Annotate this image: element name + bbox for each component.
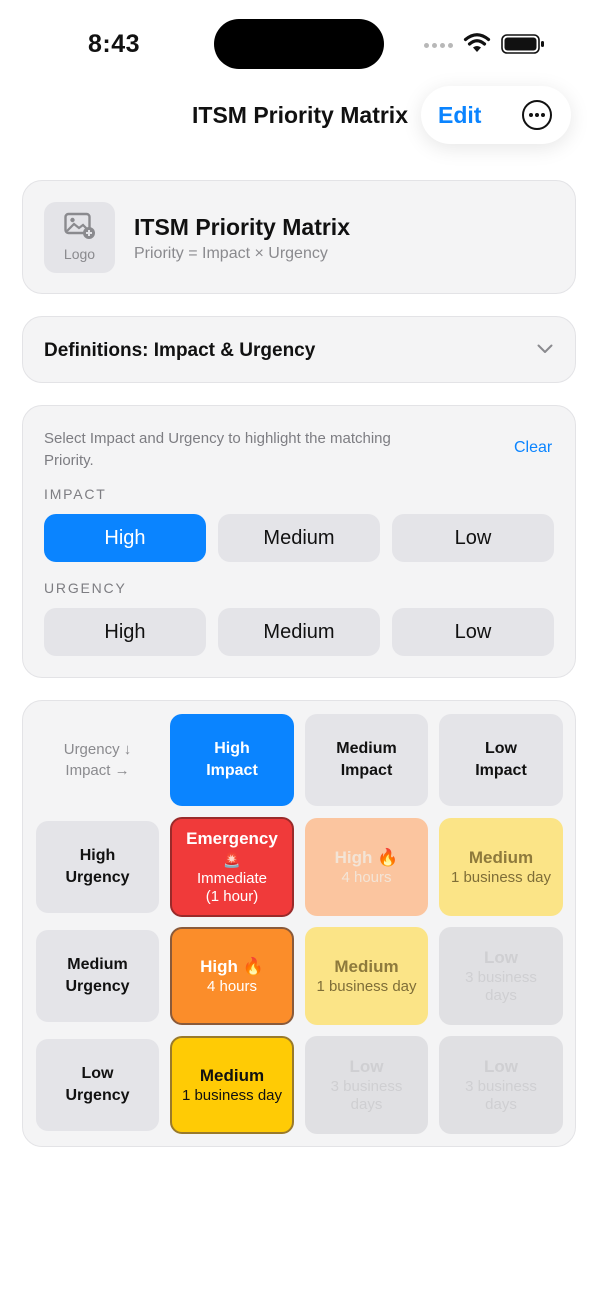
- more-options-button[interactable]: [522, 100, 552, 130]
- edit-button[interactable]: Edit: [438, 102, 481, 129]
- priority-cell-high[interactable]: High 🔥 4 hours: [170, 927, 294, 1025]
- row-header-low-urgency: Low Urgency: [36, 1039, 159, 1131]
- app-subtitle: Priority = Impact × Urgency: [134, 245, 328, 262]
- selector-card: Select Impact and Urgency to highlight t…: [22, 405, 576, 678]
- priority-cell-low[interactable]: Low 3 business days: [439, 1036, 563, 1134]
- definitions-title: Definitions: Impact & Urgency: [44, 340, 316, 361]
- status-bar: 8:43: [0, 0, 598, 90]
- wifi-icon: [463, 33, 491, 52]
- logo-label: Logo: [63, 246, 96, 262]
- impact-segmented-control: High Medium Low: [44, 514, 554, 562]
- impact-section-label: IMPACT: [44, 486, 107, 502]
- priority-cell-high[interactable]: High 🔥 4 hours: [305, 818, 428, 916]
- urgency-medium-button[interactable]: Medium: [218, 608, 380, 656]
- priority-cell-emergency[interactable]: Emergency 🚨 Immediate (1 hour): [170, 817, 294, 917]
- definitions-disclosure[interactable]: Definitions: Impact & Urgency: [22, 316, 576, 383]
- nav-actions: Edit: [421, 86, 571, 144]
- column-header-high-impact: High Impact: [170, 714, 294, 806]
- logo-placeholder[interactable]: Logo: [44, 202, 115, 273]
- selector-instructions: Select Impact and Urgency to highlight t…: [44, 430, 391, 469]
- row-header-medium-urgency: Medium Urgency: [36, 930, 159, 1022]
- add-image-icon: [64, 212, 95, 239]
- more-icon: [529, 113, 533, 117]
- impact-medium-button[interactable]: Medium: [218, 514, 380, 562]
- urgency-section-label: URGENCY: [44, 580, 127, 596]
- priority-cell-medium[interactable]: Medium 1 business day: [305, 927, 428, 1025]
- status-time: 8:43: [88, 30, 141, 58]
- battery-icon: [501, 34, 544, 54]
- impact-low-button[interactable]: Low: [392, 514, 554, 562]
- siren-icon: 🚨: [223, 852, 241, 868]
- cellular-signal-icon: [424, 43, 453, 48]
- chevron-down-icon: [537, 344, 553, 353]
- priority-cell-medium[interactable]: Medium 1 business day: [439, 818, 563, 916]
- app-header-card: Logo ITSM Priority Matrix Priority = Imp…: [22, 180, 576, 294]
- priority-cell-medium[interactable]: Medium 1 business day: [170, 1036, 294, 1134]
- urgency-high-button[interactable]: High: [44, 608, 206, 656]
- dynamic-island: [214, 19, 384, 69]
- column-header-medium-impact: Medium Impact: [305, 714, 428, 806]
- priority-matrix: Urgency ↓ Impact → High Impact Medium Im…: [22, 700, 576, 1147]
- matrix-corner-label: Urgency ↓ Impact →: [63, 741, 132, 779]
- column-header-low-impact: Low Impact: [439, 714, 563, 806]
- priority-cell-low[interactable]: Low 3 business days: [439, 927, 563, 1025]
- clear-button[interactable]: Clear: [514, 439, 552, 457]
- urgency-segmented-control: High Medium Low: [44, 608, 554, 656]
- row-header-high-urgency: High Urgency: [36, 821, 159, 913]
- nav-title: ITSM Priority Matrix: [192, 102, 408, 128]
- impact-high-button[interactable]: High: [44, 514, 206, 562]
- app-title: ITSM Priority Matrix: [134, 214, 350, 240]
- urgency-low-button[interactable]: Low: [392, 608, 554, 656]
- priority-cell-low[interactable]: Low 3 business days: [305, 1036, 428, 1134]
